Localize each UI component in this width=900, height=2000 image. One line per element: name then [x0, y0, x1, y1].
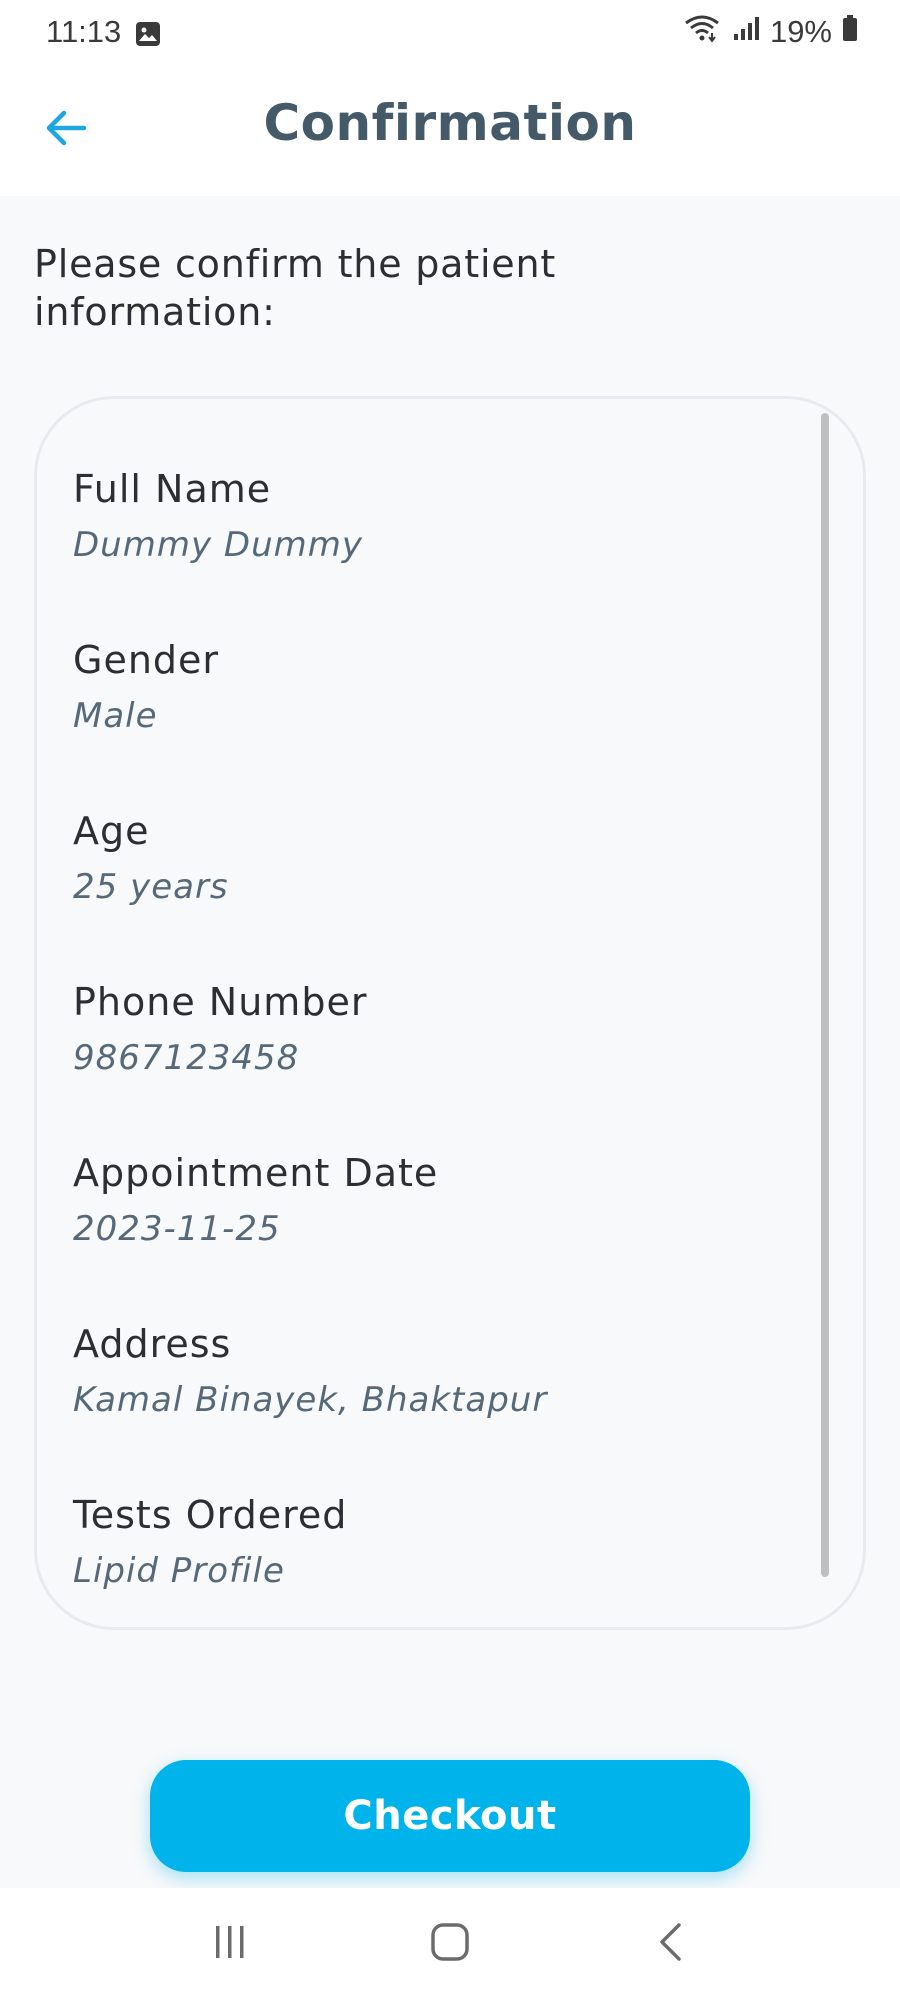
field-label: Gender	[73, 638, 220, 682]
gallery-notification-icon	[135, 19, 161, 46]
status-left: 11:13	[46, 14, 161, 50]
patient-info-card[interactable]: Full Name Dummy Dummy Gender Male Age 25…	[34, 396, 866, 1630]
field-gender: Gender Male	[73, 636, 793, 738]
field-address: Address Kamal Binayek, Bhaktapur	[73, 1320, 793, 1422]
scrollbar[interactable]	[821, 413, 829, 1577]
battery-percent: 19%	[769, 14, 832, 49]
status-bar: 11:13 19%	[0, 0, 900, 64]
field-value: 2023-11-25	[73, 1209, 281, 1249]
field-full-name: Full Name Dummy Dummy	[73, 465, 793, 567]
back-nav-icon	[655, 1922, 685, 1966]
confirm-prompt: Please confirm the patient information:	[34, 242, 557, 334]
recent-apps-icon	[210, 1924, 250, 1964]
field-value: Male	[73, 696, 158, 736]
status-time: 11:13	[46, 14, 122, 49]
field-age: Age 25 years	[73, 807, 793, 909]
back-nav-button[interactable]	[630, 1904, 710, 1984]
field-label: Phone Number	[73, 980, 368, 1024]
field-phone-number: Phone Number 9867123458	[73, 978, 793, 1080]
field-label: Tests Ordered	[73, 1493, 348, 1537]
recent-apps-button[interactable]	[190, 1904, 270, 1984]
field-appointment-date: Appointment Date 2023-11-25	[73, 1149, 793, 1251]
field-label: Full Name	[73, 467, 272, 511]
field-tests-ordered: Tests Ordered Lipid Profile	[73, 1491, 793, 1593]
field-label: Appointment Date	[73, 1151, 439, 1195]
app-header: Confirmation	[0, 64, 900, 196]
field-value: Lipid Profile	[73, 1551, 285, 1591]
field-label: Age	[73, 809, 150, 853]
battery-icon	[842, 14, 858, 50]
field-label: Address	[73, 1322, 232, 1366]
home-button[interactable]	[410, 1904, 490, 1984]
signal-icon	[732, 14, 760, 50]
status-right: 19%	[682, 13, 858, 51]
wifi-icon	[682, 13, 722, 51]
field-value: Kamal Binayek, Bhaktapur	[73, 1380, 548, 1420]
field-value: 9867123458	[73, 1038, 300, 1078]
home-icon	[430, 1922, 470, 1966]
system-nav-bar	[0, 1888, 900, 2000]
field-value: 25 years	[73, 867, 229, 907]
field-value: Dummy Dummy	[73, 525, 363, 565]
checkout-button[interactable]: Checkout	[150, 1760, 750, 1872]
page-title: Confirmation	[263, 94, 637, 152]
